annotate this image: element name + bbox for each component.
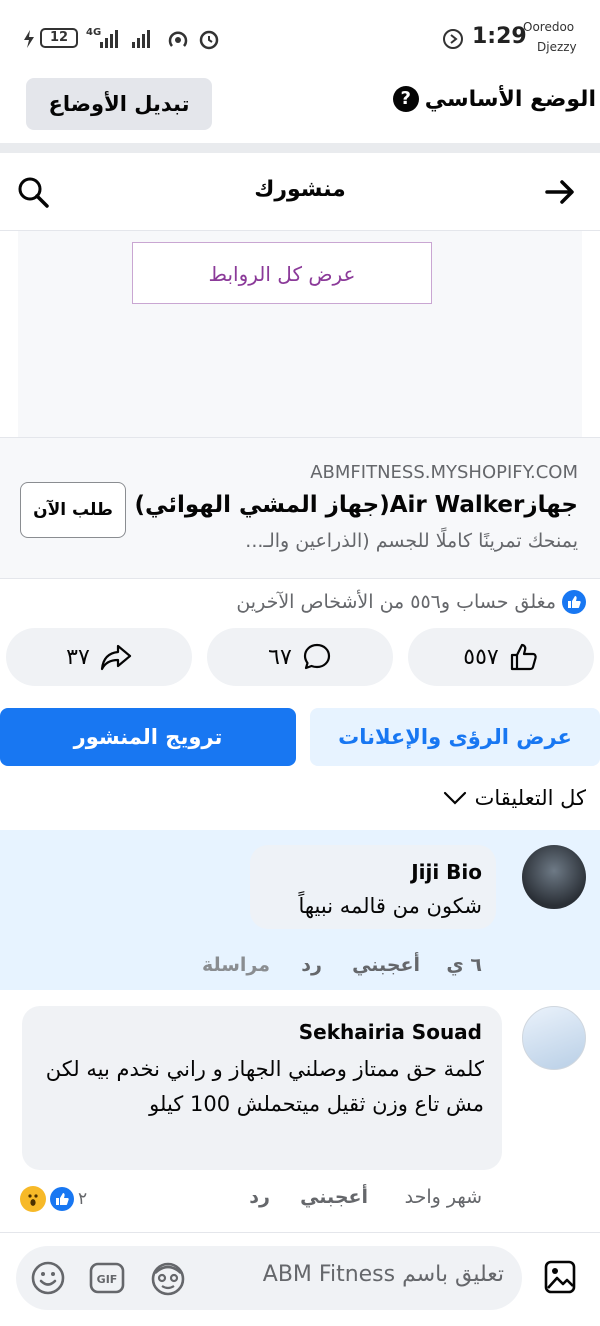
like-reaction-icon: [562, 590, 586, 614]
thumbs-up-icon: [509, 642, 539, 672]
comment-author[interactable]: Jiji Bio: [411, 860, 482, 884]
ad-domain: ABMFITNESS.MYSHOPIFY.COM: [310, 462, 578, 483]
comment-reactions[interactable]: ٢: [20, 1186, 87, 1212]
comment-count: ٦٧: [268, 644, 292, 670]
gif-icon[interactable]: GIF: [88, 1260, 126, 1296]
avatar-sticker-icon[interactable]: [148, 1258, 188, 1298]
page-title: منشورك: [254, 177, 346, 202]
signal-icon: [100, 30, 120, 48]
switch-modes-button[interactable]: تبديل الأوضاع: [26, 78, 212, 130]
share-count: ٣٧: [66, 644, 90, 670]
divider: [0, 143, 600, 153]
ad-title: جهازAir Walker(جهاز المشي الهوائي): [134, 492, 578, 518]
reaction-count: ٢: [78, 1189, 88, 1209]
network-type: 4G: [86, 27, 102, 38]
battery-level: 12: [40, 28, 78, 48]
data-saver-icon: [442, 28, 464, 50]
wow-reaction-icon: [20, 1186, 46, 1212]
emoji-icon[interactable]: [30, 1260, 66, 1296]
avatar[interactable]: [522, 845, 586, 909]
status-bar: 12 4G 1:29 Ooredoo Djezzy: [0, 0, 600, 78]
view-all-links-button[interactable]: عرض كل الروابط: [132, 242, 432, 304]
svg-text:GIF: GIF: [97, 1273, 118, 1286]
hotspot-icon: [166, 28, 190, 50]
order-now-button[interactable]: طلب الآن: [20, 482, 126, 538]
help-icon[interactable]: ?: [392, 86, 419, 112]
comment-time: شهر واحد: [404, 1186, 482, 1208]
comment-text: كلمة حق ممتاز وصلني الجهاز و راني نخدم ب…: [45, 1057, 484, 1116]
signal-icon-2: [132, 30, 154, 48]
back-arrow-icon[interactable]: [544, 177, 576, 207]
comments-filter[interactable]: كل التعليقات: [443, 786, 586, 810]
chevron-down-icon: [443, 791, 467, 805]
share-button[interactable]: ٣٧: [6, 628, 192, 686]
avatar[interactable]: [522, 1006, 586, 1070]
like-count: ٥٥٧: [463, 644, 499, 670]
charging-icon: [22, 30, 36, 48]
photo-icon[interactable]: [542, 1258, 578, 1296]
comment-like-button[interactable]: أعجبني: [352, 954, 420, 976]
comment-button[interactable]: ٦٧: [207, 628, 393, 686]
like-reaction-icon: [50, 1187, 74, 1211]
view-insights-button[interactable]: عرض الرؤى والإعلانات: [310, 708, 600, 766]
comment-author[interactable]: Sekhairia Souad: [299, 1020, 482, 1044]
comment-reply-button[interactable]: رد: [249, 1186, 270, 1208]
comment-reply-button[interactable]: رد: [301, 954, 322, 976]
comment-placeholder: تعليق باسم ABM Fitness: [262, 1262, 504, 1287]
comment-message-button[interactable]: مراسلة: [202, 954, 270, 976]
mode-label: الوضع الأساسي: [424, 86, 596, 112]
reactions-summary[interactable]: مغلق حساب و٥٥٦ من الأشخاص الآخرين: [236, 590, 586, 614]
reactions-summary-text: مغلق حساب و٥٥٦ من الأشخاص الآخرين: [236, 591, 556, 613]
comment-bubble-icon: [302, 642, 332, 672]
boost-post-button[interactable]: ترويج المنشور: [0, 708, 296, 766]
post-header: منشورك: [0, 153, 600, 231]
comment-like-button[interactable]: أعجبني: [300, 1186, 368, 1208]
comments-filter-label: كل التعليقات: [474, 786, 586, 810]
current-mode[interactable]: الوضع الأساسي ?: [392, 86, 596, 112]
clock: 1:29: [472, 24, 527, 49]
alarm-icon: [198, 28, 220, 50]
comment-text: شكون من قالمه نبيهاً: [298, 894, 482, 918]
like-button[interactable]: ٥٥٧: [408, 628, 594, 686]
carrier-name-secondary: Djezzy: [537, 40, 577, 54]
carrier-name: Ooredoo: [523, 20, 575, 34]
comment-time: ٦ ي: [446, 954, 482, 976]
share-arrow-icon: [100, 643, 132, 671]
ad-description: يمنحك تمرينًا كاملًا للجسم (الذراعين وال…: [245, 530, 578, 552]
